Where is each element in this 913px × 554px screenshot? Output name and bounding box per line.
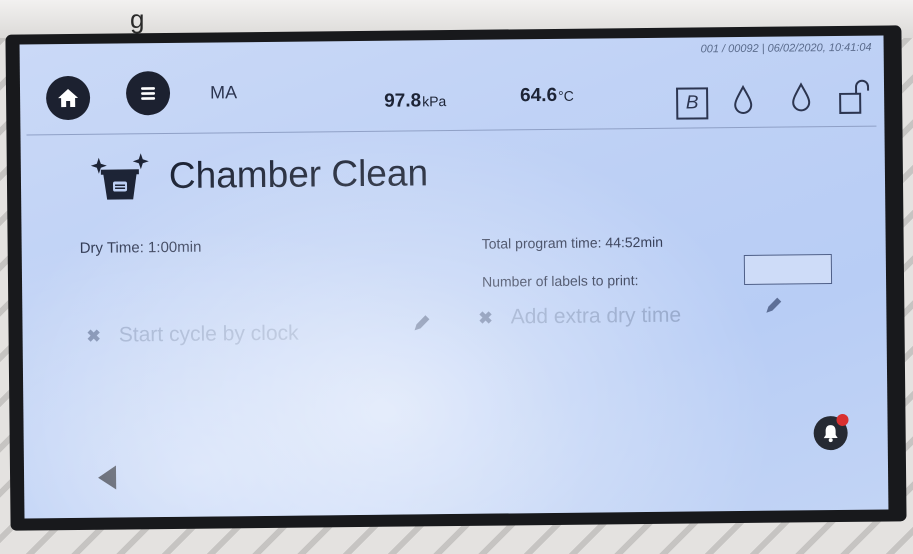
chamber-clean-icon [90, 153, 149, 200]
home-button[interactable] [45, 75, 91, 121]
touch-screen: 001 / 00092 | 06/02/2020, 10:41:04 MA 97… [19, 35, 889, 519]
temperature-value: 64.6 [519, 84, 558, 107]
page-title: Chamber Clean [168, 152, 429, 196]
dry-time-label: Dry Time: 1:00min [79, 238, 202, 257]
home-icon [58, 89, 79, 108]
add-extra-dry-time-label: Add extra dry time [510, 303, 682, 329]
total-program-time: Total program time: 44:52min [481, 233, 664, 252]
alarm-notification-dot [836, 413, 849, 427]
temperature-readout: 64.6°C [520, 85, 574, 108]
pencil-icon[interactable] [410, 312, 432, 334]
water-drop-icon [734, 84, 753, 114]
alarm-bell-icon [823, 425, 838, 443]
pencil-icon[interactable] [762, 295, 784, 317]
b-indicator[interactable]: B [676, 87, 709, 120]
start-cycle-by-clock-label: Start cycle by clock [118, 321, 299, 347]
water-drop-icon [792, 82, 811, 112]
pressure-unit: kPa [422, 93, 447, 110]
labels-to-print-input[interactable] [743, 254, 833, 285]
back-arrow-icon[interactable] [96, 464, 118, 492]
unlock-icon[interactable] [838, 78, 872, 116]
pressure-readout: 97.8kPa [384, 90, 446, 113]
pressure-value: 97.8 [384, 90, 422, 112]
header-meta: 001 / 00092 | 06/02/2020, 10:41:04 [700, 41, 872, 56]
start-cycle-by-clock-option[interactable]: ✖ Start cycle by clock [86, 321, 299, 348]
header-divider [26, 125, 877, 136]
temperature-unit: °C [558, 87, 574, 104]
mode-label: MA [209, 82, 238, 103]
alarm-button[interactable] [813, 413, 849, 451]
menu-button[interactable] [125, 70, 171, 116]
housing-cut-label: g [130, 4, 146, 34]
add-extra-dry-time-option[interactable]: ✖ Add extra dry time [478, 304, 681, 330]
disabled-x-icon: ✖ [86, 326, 101, 346]
disabled-x-icon: ✖ [478, 308, 493, 328]
menu-icon [141, 87, 156, 100]
labels-to-print-label: Number of labels to print: [481, 272, 639, 290]
